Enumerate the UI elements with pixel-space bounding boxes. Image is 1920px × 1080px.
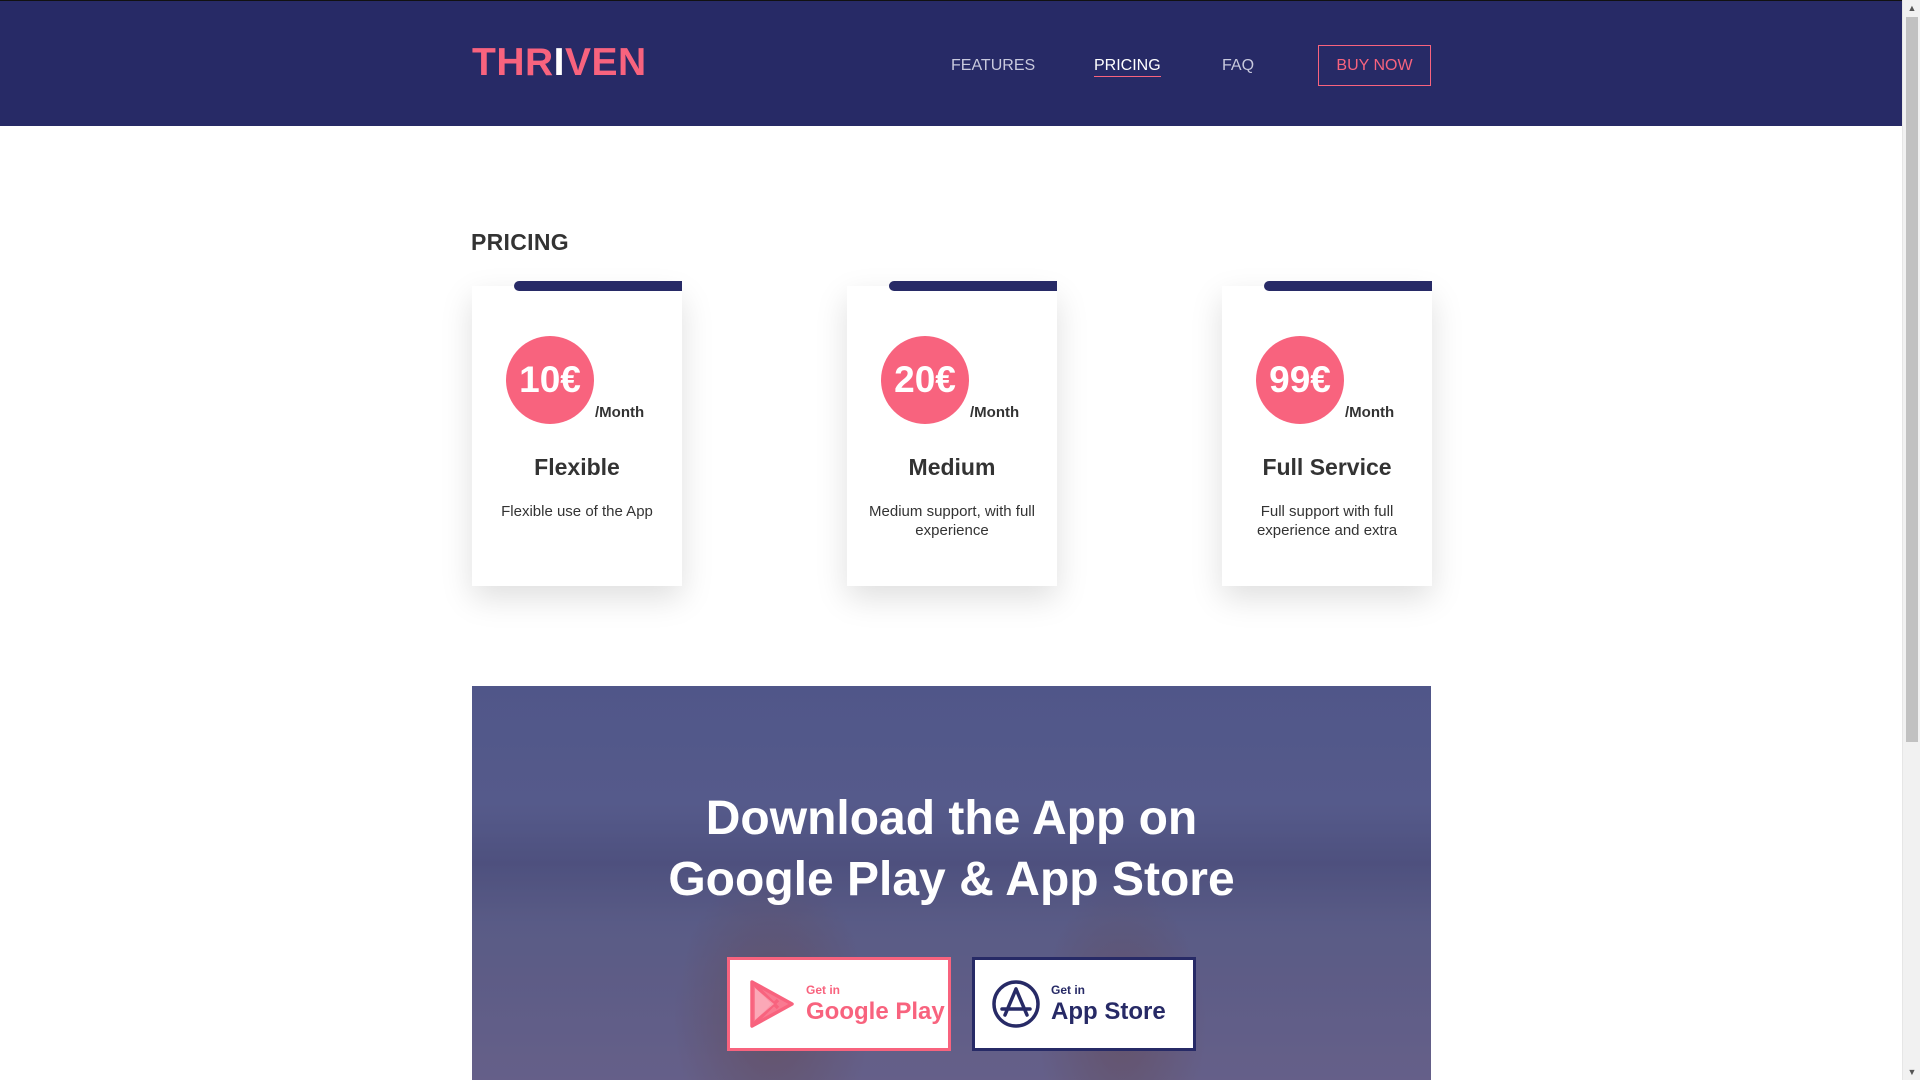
card-top-bar [1264, 281, 1432, 291]
nav-pricing[interactable]: PRICING [1094, 57, 1161, 77]
price-period: /Month [970, 404, 1020, 421]
app-store-button[interactable]: Get in App Store [972, 957, 1196, 1051]
plan-name: Flexible [534, 454, 620, 480]
nav-faq[interactable]: FAQ [1222, 57, 1254, 75]
scroll-down-arrow-icon[interactable]: ▼ [1903, 1064, 1920, 1080]
logo-part-3: VEN [565, 41, 647, 84]
card-top-bar [889, 281, 1057, 291]
plan-name: Full Service [1262, 454, 1392, 480]
google-play-small-label: Get in [806, 983, 841, 997]
pricing-card-full-service[interactable]: 99€ /Month Full Service Full support wit… [1222, 281, 1432, 586]
pricing-title: PRICING [471, 229, 569, 255]
download-banner: Download the App on Google Play & App St… [472, 686, 1431, 1080]
plan-description: Medium support, with full experience [869, 503, 1035, 539]
price-period: /Month [595, 404, 645, 421]
logo[interactable]: THRIVEN [472, 41, 647, 85]
page: THRIVEN FEATURES PRICING FAQ BUY NOW PRI… [0, 0, 1902, 1080]
google-play-label: Google Play [806, 998, 945, 1025]
scrollbar-thumb[interactable] [1906, 17, 1918, 742]
card-top-bar [514, 281, 682, 291]
pricing-card-flexible[interactable]: 10€ /Month Flexible Flexible use of the … [472, 281, 682, 586]
price-period: /Month [1345, 404, 1395, 421]
plan-description: Flexible use of the App [501, 503, 653, 520]
app-store-label: App Store [1051, 998, 1166, 1025]
download-title: Download the App on Google Play & App St… [472, 788, 1431, 910]
price-badge: 99€ [1256, 336, 1344, 424]
pricing-card-medium[interactable]: 20€ /Month Medium Medium support, with f… [847, 281, 1057, 586]
logo-part-1: THR [472, 41, 554, 84]
vertical-scrollbar[interactable]: ▲ ▼ [1902, 0, 1920, 1080]
nav-features[interactable]: FEATURES [951, 57, 1035, 75]
scroll-up-arrow-icon[interactable]: ▲ [1903, 0, 1920, 16]
logo-part-2: I [553, 41, 565, 84]
download-title-line-1: Download the App on [705, 792, 1198, 845]
plan-name: Medium [908, 454, 996, 480]
price-badge: 20€ [881, 336, 969, 424]
google-play-button[interactable]: Get in Google Play [727, 957, 951, 1051]
download-title-line-2: Google Play & App Store [668, 853, 1235, 906]
site-header: THRIVEN FEATURES PRICING FAQ BUY NOW [0, 0, 1902, 126]
google-play-icon [750, 980, 794, 1028]
app-store-small-label: Get in [1051, 983, 1086, 997]
plan-description: Full support with full experience and ex… [1256, 503, 1398, 539]
price-badge: 10€ [506, 336, 594, 424]
app-store-icon [992, 980, 1040, 1028]
buy-now-button[interactable]: BUY NOW [1318, 45, 1431, 86]
